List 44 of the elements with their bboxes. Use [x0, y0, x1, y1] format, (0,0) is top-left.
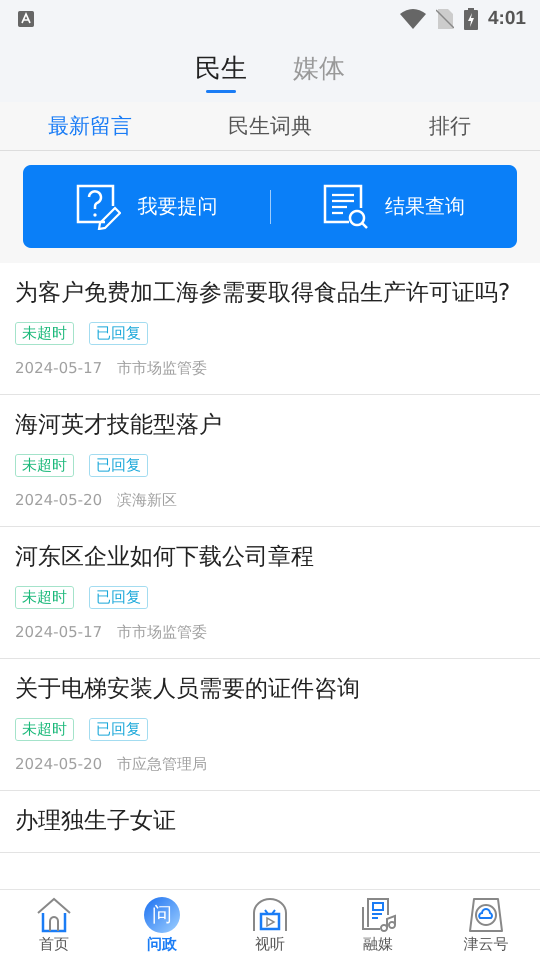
department-label: 市应急管理局	[117, 755, 208, 774]
status-tag: 已回复	[89, 322, 148, 345]
message-date: 2024-05-17	[15, 359, 102, 378]
department-label: 滨海新区	[117, 491, 178, 510]
tv-icon	[252, 896, 288, 932]
document-search-icon[interactable]	[322, 184, 369, 230]
sub-tab[interactable]: 排行	[360, 102, 540, 150]
message-date: 2024-05-20	[15, 755, 102, 774]
message-date: 2024-05-17	[15, 623, 102, 642]
home-icon	[36, 896, 72, 932]
status-tag: 未超时	[15, 586, 74, 609]
status-tag: 已回复	[89, 718, 148, 741]
message-title[interactable]: 关于电梯安装人员需要的证件咨询	[15, 675, 525, 704]
status-tag: 未超时	[15, 718, 74, 741]
ask-icon: 问	[144, 896, 180, 932]
message-title[interactable]: 河东区企业如何下载公司章程	[15, 543, 525, 572]
keyboard-icon	[18, 11, 34, 27]
status-time: 4:01	[488, 8, 526, 30]
question-edit-icon[interactable]	[75, 184, 122, 230]
top-tab[interactable]: 民生	[195, 38, 247, 102]
status-tag: 未超时	[15, 454, 74, 477]
message-title[interactable]: 海河英才技能型落户	[15, 411, 525, 440]
status-tag: 已回复	[89, 454, 148, 477]
status-tag: 未超时	[15, 322, 74, 345]
message-title[interactable]: 为客户免费加工海参需要取得食品生产许可证吗?	[15, 279, 525, 308]
ask-question-link[interactable]: 我要提问	[137, 193, 218, 220]
department-label: 市市场监管委	[117, 359, 208, 378]
nav-item[interactable]: 津云号	[432, 890, 540, 960]
nav-item[interactable]: 首页	[0, 890, 108, 960]
result-query-link[interactable]: 结果查询	[384, 193, 465, 220]
department-label: 市市场监管委	[117, 623, 208, 642]
message-date: 2024-05-20	[15, 491, 102, 510]
nav-item[interactable]: 问 问政	[108, 890, 216, 960]
sub-tab[interactable]: 民生词典	[180, 102, 360, 150]
cloud-icon	[468, 896, 504, 932]
sub-tab[interactable]: 最新留言	[0, 102, 180, 150]
nav-item[interactable]: 融媒	[324, 890, 432, 960]
battery-icon	[464, 8, 478, 30]
nav-item[interactable]: 视听	[216, 890, 324, 960]
message-title[interactable]: 办理独生子女证	[15, 807, 525, 836]
wifi-icon	[400, 9, 426, 29]
no-sim-icon	[436, 9, 454, 29]
newspaper-music-icon	[360, 896, 396, 932]
status-tag: 已回复	[89, 586, 148, 609]
